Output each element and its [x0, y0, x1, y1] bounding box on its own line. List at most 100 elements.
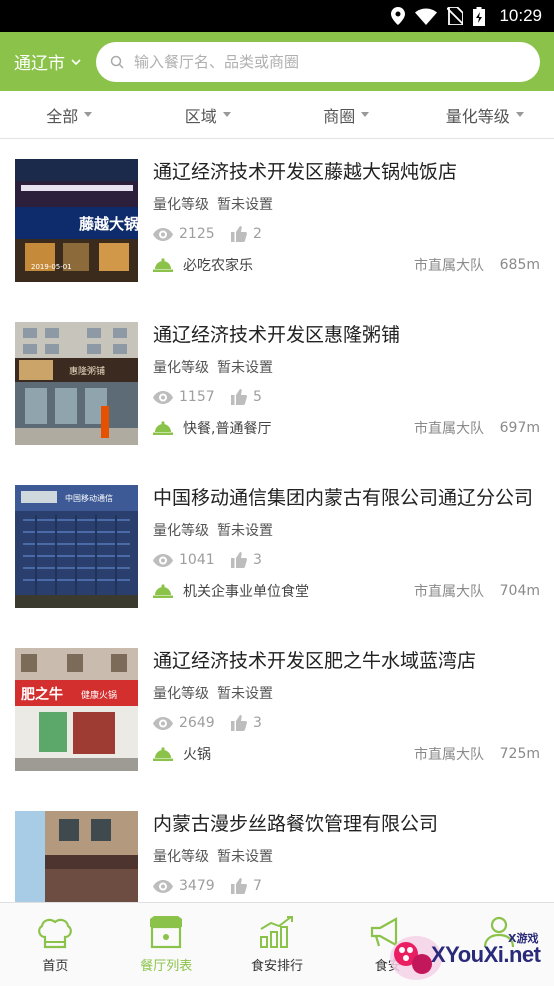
photo-sign-text: 藤越大锅: [79, 215, 138, 233]
likes-count: 2: [253, 226, 262, 242]
filter-business-district[interactable]: 商圈: [277, 103, 416, 127]
thumbs-up-icon: [231, 878, 247, 894]
tab-label: 食安排行: [250, 959, 303, 974]
likes-count: 5: [253, 389, 262, 405]
grade-label: 量化等级: [153, 849, 209, 865]
views: 2649: [153, 715, 231, 731]
category-label: 快餐,普通餐厅: [183, 421, 272, 437]
wifi-icon: [415, 8, 438, 25]
likes-count: 7: [253, 878, 262, 894]
restaurant-name: 内蒙古漫步丝路餐饮管理有限公司: [153, 813, 439, 835]
grade-row: 量化等级 暂未设置: [153, 846, 546, 866]
list-item[interactable]: 惠隆粥铺 通辽经济技术开发区惠隆粥铺 量化等级 暂未设置 1157 5 快餐,普…: [0, 302, 554, 465]
team-label: 市直属大队: [414, 747, 484, 763]
cloche-icon: [153, 747, 173, 761]
tab-restaurant-list[interactable]: 餐厅列表: [111, 903, 222, 986]
list-item[interactable]: 肥之牛 健康火锅 通辽经济技术开发区肥之牛水域蓝湾店 量化等级 暂未设置 264…: [0, 628, 554, 791]
restaurant-photo: 惠隆粥铺: [15, 322, 138, 445]
team-label: 市直属大队: [414, 258, 484, 274]
chef-hat-icon: [38, 918, 73, 949]
list-item[interactable]: 藤越大锅 2019-05-01 通辽经济技术开发区藤越大锅炖饭店 量化等级 暂未…: [0, 139, 554, 302]
meta-row: 快餐,普通餐厅 市直属大队 697m: [153, 418, 546, 438]
cloche-icon: [153, 258, 173, 272]
search-input[interactable]: 输入餐厅名、品类或商圈: [96, 41, 540, 82]
views-count: 1157: [179, 389, 215, 405]
restaurant-info: 中国移动通信集团内蒙古有限公司通辽分公司 量化等级 暂未设置 1041 3 机关…: [153, 485, 546, 601]
stats-row: 1157 5: [153, 389, 546, 405]
restaurant-name: 中国移动通信集团内蒙古有限公司通辽分公司: [153, 487, 534, 509]
filter-all[interactable]: 全部: [0, 103, 139, 127]
restaurant-photo: 肥之牛 健康火锅: [15, 648, 138, 771]
photo-sign-text: 肥之牛: [21, 686, 63, 703]
stats-row: 2125 2: [153, 226, 546, 242]
eye-icon: [153, 227, 173, 241]
meta-row: 必吃农家乐 市直属大队 685m: [153, 255, 546, 275]
eye-icon: [153, 390, 173, 404]
no-sim-icon: [447, 7, 464, 25]
watermark-logo: X游戏 XYouXi.net: [386, 928, 554, 986]
restaurant-list-icon: [150, 916, 183, 949]
grade-row: 量化等级 暂未设置: [153, 194, 546, 214]
restaurant-name: 通辽经济技术开发区藤越大锅炖饭店: [153, 161, 458, 183]
category-label: 机关企事业单位食堂: [183, 584, 309, 600]
search-icon: [110, 55, 124, 69]
restaurant-photo: 中国移动通信: [15, 485, 138, 608]
thumbs-up-icon: [231, 389, 247, 405]
thumbs-up-icon: [231, 552, 247, 568]
ranking-chart-icon: [259, 916, 293, 948]
city-selector[interactable]: 通辽市: [14, 49, 96, 74]
likes: 3: [231, 552, 262, 568]
filter-label: 量化等级: [445, 106, 510, 126]
cloche-icon: [153, 584, 173, 598]
eye-icon: [153, 879, 173, 893]
restaurant-photo: 藤越大锅 2019-05-01: [15, 159, 138, 282]
stats-row: 2649 3: [153, 715, 546, 731]
category: 必吃农家乐: [153, 255, 414, 275]
list-item[interactable]: 内蒙古漫步丝路餐饮管理有限公司 量化等级 暂未设置 3479 7: [0, 791, 554, 902]
caret-down-icon: [222, 112, 231, 117]
likes: 5: [231, 389, 262, 405]
grade-value: 暂未设置: [217, 849, 273, 865]
chevron-down-icon: [71, 58, 81, 65]
views-count: 3479: [179, 878, 215, 894]
grade-row: 量化等级 暂未设置: [153, 357, 546, 377]
grade-label: 量化等级: [153, 523, 209, 539]
likes-count: 3: [253, 715, 262, 731]
restaurant-list: 藤越大锅 2019-05-01 通辽经济技术开发区藤越大锅炖饭店 量化等级 暂未…: [0, 139, 554, 902]
restaurant-name: 通辽经济技术开发区肥之牛水域蓝湾店: [153, 650, 477, 672]
team-label: 市直属大队: [414, 584, 484, 600]
watermark-text: XYouXi.net: [431, 942, 541, 967]
filter-grade[interactable]: 量化等级: [416, 103, 554, 127]
restaurant-info: 通辽经济技术开发区惠隆粥铺 量化等级 暂未设置 1157 5 快餐,普通餐厅 市…: [153, 322, 546, 438]
photo-sign-text: 中国移动通信: [65, 493, 113, 503]
photo-date-text: 2019-05-01: [31, 263, 72, 271]
eye-icon: [153, 553, 173, 567]
distance-label: 685m: [499, 257, 540, 273]
filter-label: 区域: [184, 106, 217, 126]
tab-home[interactable]: 首页: [0, 903, 111, 986]
likes-count: 3: [253, 552, 262, 568]
caret-down-icon: [84, 112, 93, 117]
filter-area[interactable]: 区域: [139, 103, 278, 127]
list-item[interactable]: 中国移动通信 中国移动通信集团内蒙古有限公司通辽分公司 量化等级 暂未设置 10…: [0, 465, 554, 628]
status-time: 10:29: [499, 6, 542, 25]
restaurant-info: 通辽经济技术开发区藤越大锅炖饭店 量化等级 暂未设置 2125 2 必吃农家乐 …: [153, 159, 546, 275]
distance-label: 697m: [499, 420, 540, 436]
likes: 7: [231, 878, 262, 894]
views-count: 2649: [179, 715, 215, 731]
app-bar: 通辽市 输入餐厅名、品类或商圈: [0, 32, 554, 91]
filter-label: 全部: [46, 106, 79, 126]
distance-label: 725m: [499, 746, 540, 762]
eye-icon: [153, 716, 173, 730]
category: 火锅: [153, 744, 414, 764]
city-label: 通辽市: [14, 54, 65, 74]
likes: 2: [231, 226, 262, 242]
caret-down-icon: [515, 112, 524, 117]
stats-row: 1041 3: [153, 552, 546, 568]
tab-label: 餐厅列表: [140, 959, 193, 974]
category-label: 火锅: [183, 747, 211, 763]
tab-food-safety-ranking[interactable]: 食安排行: [222, 903, 333, 986]
thumbs-up-icon: [231, 715, 247, 731]
distance-label: 704m: [499, 583, 540, 599]
app-screen: 10:29 通辽市 输入餐厅名、品类或商圈 全部 区域 商圈 量化等级 藤越大锅…: [0, 0, 554, 986]
